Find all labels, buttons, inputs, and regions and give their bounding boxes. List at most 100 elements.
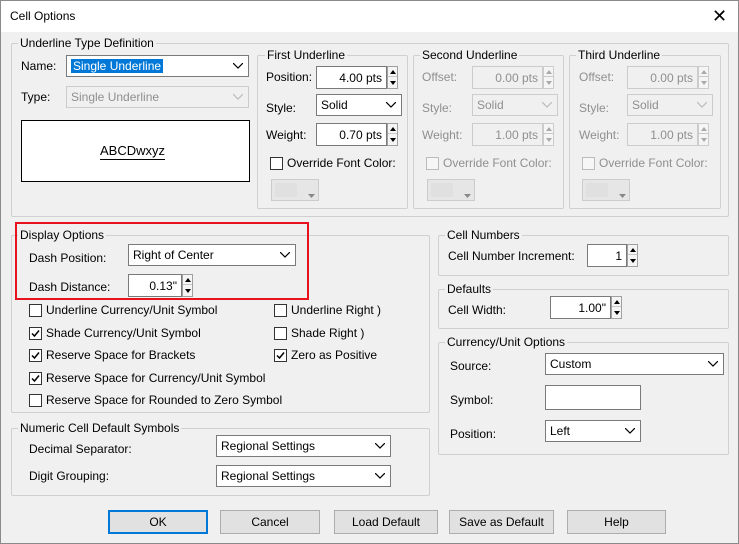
zero-positive-checkbox[interactable]: Zero as Positive [274,348,377,362]
defaults-label: Defaults [445,282,494,296]
ok-button[interactable]: OK [108,510,208,534]
symbol-input[interactable] [545,385,641,410]
chevron-down-icon [624,424,636,438]
second-override-label: Override Font Color: [443,156,552,170]
spin-down-icon[interactable] [544,78,553,88]
cell-number-increment-label: Cell Number Increment: [448,249,575,263]
type-label: Type: [21,90,51,104]
type-combobox[interactable]: Single Underline [66,86,249,108]
underline-currency-label: Underline Currency/Unit Symbol [46,303,218,317]
save-as-default-button[interactable]: Save as Default [449,510,554,534]
chevron-down-icon [374,439,386,453]
first-override-font-color-checkbox[interactable]: Override Font Color: [270,156,396,170]
cell-numbers-label: Cell Numbers [445,228,522,242]
second-style-value: Solid [477,98,504,112]
underline-currency-checkbox[interactable]: Underline Currency/Unit Symbol [29,303,217,317]
third-weight-value: 1.00 pts [650,128,693,142]
source-label: Source: [450,359,492,373]
third-style-label: Style: [579,101,610,115]
underline-right-checkbox[interactable]: Underline Right ) [274,303,381,317]
third-underline-label: Third Underline [576,48,663,62]
cancel-button[interactable]: Cancel [220,510,320,534]
numeric-defaults-label: Numeric Cell Default Symbols [18,421,182,435]
first-underline-label: First Underline [265,48,348,62]
shade-right-checkbox[interactable]: Shade Right ) [274,326,364,340]
reserve-rounded-label: Reserve Space for Rounded to Zero Symbol [46,393,283,407]
spin-up-icon[interactable] [612,297,621,307]
reserve-rounded-checkbox[interactable]: Reserve Space for Rounded to Zero Symbol [29,393,282,407]
first-style-combobox[interactable]: Solid [316,94,402,116]
decimal-separator-combobox[interactable]: Regional Settings [216,435,391,457]
digit-grouping-value: Regional Settings [221,469,316,483]
chevron-down-icon [308,187,315,201]
chevron-down-icon [232,59,244,73]
spin-up-icon[interactable] [544,67,553,77]
cell-number-increment-spinner[interactable]: 1 [587,244,638,267]
cell-width-label: Cell Width: [448,303,507,317]
shade-currency-label: Shade Currency/Unit Symbol [46,326,201,340]
underline-right-label: Underline Right ) [291,303,382,317]
spin-down-icon[interactable] [388,78,397,88]
third-weight-label: Weight: [579,128,620,142]
spin-up-icon[interactable] [699,124,708,134]
reserve-currency-checkbox[interactable]: Reserve Space for Currency/Unit Symbol [29,371,265,385]
close-icon[interactable]: ✕ [701,1,738,32]
first-position-spinner[interactable]: 4.00 pts [316,66,398,89]
decimal-separator-label: Decimal Separator: [29,442,132,456]
help-button[interactable]: Help [567,510,666,534]
first-style-value: Solid [321,98,348,112]
first-weight-spinner[interactable]: 0.70 pts [316,123,398,146]
reserve-brackets-label: Reserve Space for Brackets [46,348,196,362]
cell-width-spinner[interactable]: 1.00" [550,296,622,319]
position-value: Left [550,424,571,438]
underline-preview: ABCDwxyz [21,120,250,182]
first-override-label: Override Font Color: [287,156,396,170]
third-offset-label: Offset: [579,70,615,84]
second-style-label: Style: [422,101,453,115]
chevron-down-icon [385,98,397,112]
spin-down-icon[interactable] [699,78,708,88]
source-value: Custom [550,357,592,371]
third-override-label: Override Font Color: [599,156,708,170]
third-style-combobox[interactable]: Solid [627,94,713,116]
name-combobox[interactable]: Single Underline [66,55,249,77]
second-offset-value: 0.00 pts [495,71,538,85]
preview-text: ABCDwxyz [100,143,166,160]
load-default-button[interactable]: Load Default [334,510,438,534]
digit-grouping-combobox[interactable]: Regional Settings [216,465,391,487]
first-position-label: Position: [266,70,313,84]
spin-down-icon[interactable] [699,135,708,145]
spin-up-icon[interactable] [388,124,397,134]
third-weight-spinner[interactable]: 1.00 pts [627,123,709,146]
digit-grouping-label: Digit Grouping: [29,469,110,483]
third-offset-spinner[interactable]: 0.00 pts [627,66,709,89]
first-color-picker[interactable] [271,179,319,201]
spin-down-icon[interactable] [544,135,553,145]
second-color-picker[interactable] [427,179,475,201]
second-offset-spinner[interactable]: 0.00 pts [472,66,554,89]
chevron-down-icon [464,187,471,201]
underline-type-group-label: Underline Type Definition [18,36,156,50]
second-underline-label: Second Underline [420,48,520,62]
second-override-font-color-checkbox[interactable]: Override Font Color: [426,156,552,170]
name-value: Single Underline [71,59,164,73]
spin-up-icon[interactable] [699,67,708,77]
second-style-combobox[interactable]: Solid [472,94,558,116]
reserve-brackets-checkbox[interactable]: Reserve Space for Brackets [29,348,195,362]
spin-down-icon[interactable] [612,308,621,318]
type-value: Single Underline [71,90,160,104]
decimal-separator-value: Regional Settings [221,439,316,453]
spin-down-icon[interactable] [388,135,397,145]
position-combobox[interactable]: Left [545,420,641,442]
third-color-picker[interactable] [582,179,630,201]
spin-up-icon[interactable] [628,245,637,255]
second-weight-spinner[interactable]: 1.00 pts [472,123,554,146]
spin-down-icon[interactable] [628,256,637,266]
third-override-font-color-checkbox[interactable]: Override Font Color: [582,156,708,170]
first-weight-label: Weight: [266,128,307,142]
chevron-down-icon [374,469,386,483]
spin-up-icon[interactable] [544,124,553,134]
source-combobox[interactable]: Custom [545,353,724,375]
shade-currency-checkbox[interactable]: Shade Currency/Unit Symbol [29,326,201,340]
spin-up-icon[interactable] [388,67,397,77]
